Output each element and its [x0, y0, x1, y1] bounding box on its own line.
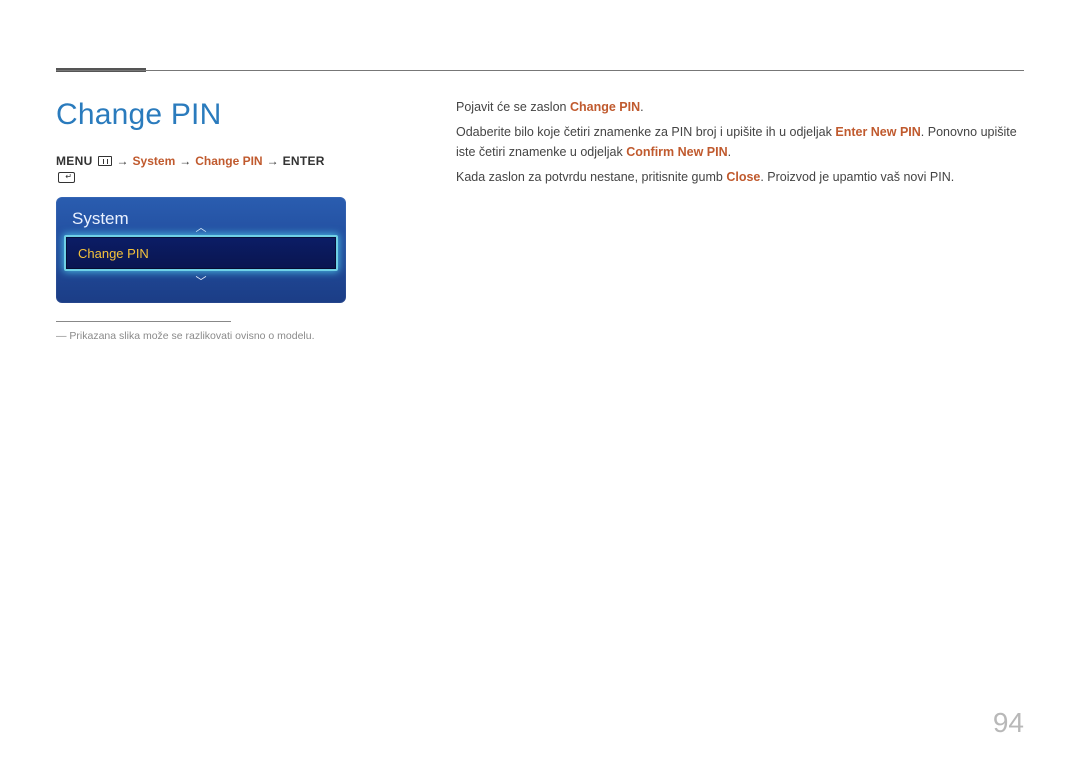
highlight-confirm-new-pin: Confirm New PIN: [626, 145, 727, 159]
chevron-up-icon[interactable]: ︿: [196, 219, 207, 235]
left-column: Change PIN MENU → System → Change PIN → …: [56, 98, 346, 342]
body-paragraph-3: Kada zaslon za potvrdu nestane, pritisni…: [456, 168, 1024, 187]
content-area: Change PIN MENU → System → Change PIN → …: [56, 98, 1024, 342]
osd-item-label: Change PIN: [78, 246, 149, 261]
highlight-enter-new-pin: Enter New PIN: [835, 125, 920, 139]
arrow-icon: →: [179, 154, 191, 168]
menu-grid-icon: [98, 156, 112, 166]
footnote-text: ― Prikazana slika može se razlikovati ov…: [56, 330, 346, 342]
osd-footer: ﹀: [62, 275, 340, 295]
right-column: Pojavit će se zaslon Change PIN. Odaberi…: [456, 98, 1024, 342]
chevron-down-icon[interactable]: ﹀: [196, 273, 207, 289]
enter-icon: [58, 172, 75, 183]
breadcrumb-system: System: [133, 154, 176, 168]
highlight-close: Close: [726, 170, 760, 184]
breadcrumb-change-pin: Change PIN: [195, 154, 262, 168]
text: .: [728, 145, 731, 159]
body-paragraph-1: Pojavit će se zaslon Change PIN.: [456, 98, 1024, 117]
text: Odaberite bilo koje četiri znamenke za P…: [456, 125, 835, 139]
header-rule: [56, 70, 1024, 71]
arrow-icon: →: [267, 154, 279, 168]
text: . Proizvod je upamtio vaš novi PIN.: [760, 170, 954, 184]
text: Pojavit će se zaslon: [456, 100, 570, 114]
text: .: [640, 100, 643, 114]
osd-header: System ︿: [56, 197, 346, 233]
manual-page: Change PIN MENU → System → Change PIN → …: [0, 0, 1080, 763]
highlight-change-pin: Change PIN: [570, 100, 640, 114]
footnote-separator: [56, 321, 231, 322]
osd-item-change-pin[interactable]: Change PIN: [64, 235, 338, 271]
osd-header-title: System: [72, 209, 129, 229]
text: Kada zaslon za potvrdu nestane, pritisni…: [456, 170, 726, 184]
osd-body: Change PIN ﹀: [56, 235, 346, 301]
menu-path: MENU → System → Change PIN → ENTER: [56, 154, 346, 183]
page-number: 94: [993, 707, 1024, 739]
arrow-icon: →: [117, 154, 129, 168]
page-title: Change PIN: [56, 98, 346, 132]
breadcrumb-menu: MENU: [56, 154, 93, 168]
breadcrumb-enter: ENTER: [283, 154, 325, 168]
body-paragraph-2: Odaberite bilo koje četiri znamenke za P…: [456, 123, 1024, 162]
osd-menu-panel: System ︿ Change PIN ﹀: [56, 197, 346, 303]
